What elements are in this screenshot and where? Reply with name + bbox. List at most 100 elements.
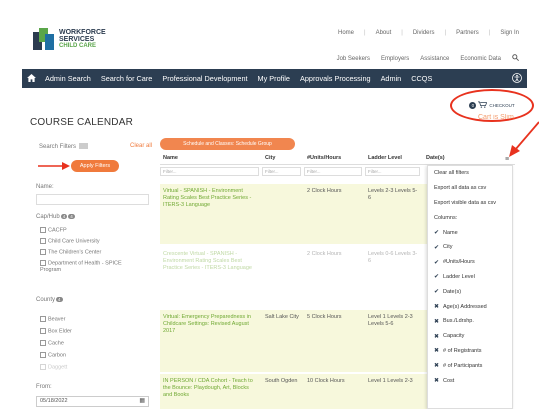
link-about[interactable]: About bbox=[376, 30, 392, 36]
apply-filters-button[interactable]: Apply Filters bbox=[71, 160, 119, 172]
units-column-filter[interactable]: Filter... bbox=[304, 167, 362, 176]
annotation-arrow-right bbox=[509, 121, 539, 157]
workforce-services-logo[interactable]: WORKFORCE SERVICES CHILD CARE bbox=[33, 28, 106, 50]
cap-count-badge: 4 bbox=[60, 214, 68, 219]
menu-clear-all-filters[interactable]: Clear all filters bbox=[428, 166, 512, 181]
cap-option-child-care-university[interactable]: Child Care University bbox=[40, 238, 100, 245]
city-column-filter[interactable]: Filter... bbox=[262, 167, 301, 176]
search-icon[interactable] bbox=[512, 54, 519, 63]
menu-column-toggle-registrants[interactable]: ✖ # of Registrants bbox=[428, 344, 512, 359]
column-header-name[interactable]: Name bbox=[160, 155, 262, 164]
link-home[interactable]: Home bbox=[338, 30, 354, 36]
menu-export-all-csv[interactable]: Export all data as csv bbox=[428, 181, 512, 196]
from-date-value: 05/18/2022 bbox=[40, 398, 68, 404]
home-icon[interactable] bbox=[22, 73, 40, 84]
ladder-column-filter[interactable]: Filter... bbox=[365, 167, 420, 176]
course-city bbox=[262, 247, 304, 305]
main-nav: Admin Search Search for Care Professiona… bbox=[22, 69, 527, 88]
county-option-daggett[interactable]: Daggett bbox=[40, 364, 67, 371]
column-header-city[interactable]: City bbox=[262, 155, 304, 164]
from-date-input[interactable]: 05/18/2022 ▦ bbox=[36, 396, 149, 407]
menu-column-toggle-bus-ldrshp[interactable]: ✖ Bus./Ldrshp. bbox=[428, 314, 512, 329]
nav-professional-development[interactable]: Professional Development bbox=[157, 74, 252, 83]
county-option-beaver[interactable]: Beaver bbox=[40, 316, 65, 323]
menu-column-toggle-city[interactable]: ✔ City bbox=[428, 240, 512, 255]
x-icon: ✖ bbox=[434, 363, 440, 370]
cap-option-dept-health-spice[interactable]: Department of Health - SPICE Program bbox=[40, 260, 140, 274]
check-icon: ✔ bbox=[434, 289, 440, 296]
link-job-seekers[interactable]: Job Seekers bbox=[337, 56, 370, 62]
table-row[interactable]: Crescente Virtual - SPANISH - Environmen… bbox=[160, 247, 427, 305]
menu-column-toggle-units[interactable]: ✔ #Units/Hours bbox=[428, 255, 512, 270]
link-dividers[interactable]: Dividers bbox=[413, 30, 435, 36]
column-header-dates[interactable]: Date(s) bbox=[423, 155, 483, 164]
menu-column-toggle-ages[interactable]: ✖ Age(s) Addressed bbox=[428, 299, 512, 314]
column-header-units[interactable]: #Units/Hours bbox=[304, 155, 365, 164]
county-option-box-elder[interactable]: Box Elder bbox=[40, 328, 72, 335]
nav-ccqs[interactable]: CCQS bbox=[406, 74, 437, 83]
county-option-cache[interactable]: Cache bbox=[40, 340, 64, 347]
cart-icon bbox=[478, 101, 488, 109]
course-name-link[interactable]: IN PERSON / CDA Cohort - Teach to the Bo… bbox=[160, 374, 262, 409]
course-units: 2 Clock Hours bbox=[307, 251, 342, 257]
column-header-ladder-level[interactable]: Ladder Level bbox=[365, 155, 423, 164]
link-sign-in[interactable]: Sign In bbox=[500, 30, 519, 36]
county-count-badge: 4 bbox=[56, 297, 63, 302]
table-row[interactable]: Virtual - SPANISH - Environment Rating S… bbox=[160, 184, 427, 244]
logo-mark-icon bbox=[33, 28, 55, 50]
nav-admin[interactable]: Admin bbox=[376, 74, 407, 83]
menu-export-visible-csv[interactable]: Export visible data as csv bbox=[428, 196, 512, 211]
cap-count-badge-2: 4 bbox=[68, 214, 75, 219]
menu-column-toggle-participants[interactable]: ✖ # of Participants bbox=[428, 358, 512, 373]
top-header: WORKFORCE SERVICES CHILD CARE Home | Abo… bbox=[0, 0, 539, 68]
table-row[interactable]: IN PERSON / CDA Cohort - Teach to the Bo… bbox=[160, 374, 427, 409]
cap-option-childrens-center[interactable]: The Children's Center bbox=[40, 249, 145, 256]
course-units: 2 Clock Hours bbox=[307, 188, 342, 194]
calendar-icon[interactable]: ▦ bbox=[139, 397, 145, 406]
utility-links: Home | About | Dividers | Partners | Sig… bbox=[338, 30, 519, 36]
nav-search-for-care[interactable]: Search for Care bbox=[96, 74, 158, 83]
audience-links: Job Seekers Employers Assistance Economi… bbox=[337, 54, 519, 63]
nav-admin-search[interactable]: Admin Search bbox=[40, 74, 96, 83]
menu-column-toggle-name[interactable]: ✔ Name bbox=[428, 225, 512, 240]
menu-column-toggle-cost[interactable]: ✖ Cost bbox=[428, 373, 512, 388]
name-column-filter[interactable]: Filter... bbox=[160, 167, 259, 176]
check-icon: ✔ bbox=[434, 244, 440, 251]
course-level: Levels 0-6 Levels 3-6 bbox=[368, 251, 418, 264]
link-assistance[interactable]: Assistance bbox=[420, 56, 449, 62]
course-name-link[interactable]: Virtual - SPANISH - Environment Rating S… bbox=[160, 184, 262, 244]
logo-line-2: SERVICES bbox=[59, 35, 95, 43]
course-level: Levels 2-3 Levels 5-6 bbox=[368, 188, 418, 201]
link-economic-data[interactable]: Economic Data bbox=[460, 56, 501, 62]
course-city bbox=[262, 184, 304, 244]
check-icon: ✔ bbox=[434, 259, 440, 266]
course-city: Salt Lake City bbox=[265, 314, 299, 320]
from-label: From: bbox=[36, 384, 52, 390]
clear-all-link[interactable]: Clear all bbox=[130, 143, 152, 149]
course-city: South Ogden bbox=[265, 378, 298, 384]
menu-column-toggle-ladder-level[interactable]: ✔ Ladder Level bbox=[428, 270, 512, 285]
x-icon: ✖ bbox=[434, 304, 440, 311]
checkout-button[interactable]: 0 CHECKOUT bbox=[458, 96, 526, 114]
menu-column-toggle-capacity[interactable]: ✖ Capacity bbox=[428, 329, 512, 344]
page-title: COURSE CALENDAR bbox=[30, 117, 134, 128]
schedule-group-button[interactable]: Schedule and Classes: Schedule Group bbox=[160, 138, 295, 150]
nav-approvals-processing[interactable]: Approvals Processing bbox=[295, 74, 376, 83]
cap-option-cacfp[interactable]: CACFP bbox=[40, 227, 67, 234]
accessibility-icon[interactable] bbox=[507, 72, 527, 85]
course-name-link[interactable]: Virtual: Emergency Preparedness in Child… bbox=[160, 310, 262, 372]
grid-filter-row: Filter... Filter... Filter... Filter... bbox=[160, 167, 427, 178]
name-filter-input[interactable] bbox=[36, 194, 149, 205]
cart-count-badge: 0 bbox=[469, 101, 477, 109]
nav-my-profile[interactable]: My Profile bbox=[253, 74, 295, 83]
course-name-link[interactable]: Crescente Virtual - SPANISH - Environmen… bbox=[160, 247, 262, 305]
filter-toggle-icon[interactable] bbox=[79, 143, 89, 151]
link-partners[interactable]: Partners bbox=[456, 30, 479, 36]
course-level: Level 1 Levels 2-3 bbox=[368, 378, 413, 384]
cap-hub-label: Cap/Hub 4 4 bbox=[36, 214, 75, 220]
link-employers[interactable]: Employers bbox=[381, 56, 409, 62]
table-row[interactable]: Virtual: Emergency Preparedness in Child… bbox=[160, 310, 427, 372]
menu-column-toggle-dates[interactable]: ✔ Date(s) bbox=[428, 284, 512, 299]
county-option-carbon[interactable]: Carbon bbox=[40, 352, 66, 359]
search-filters-header: Search Filters bbox=[39, 143, 89, 151]
